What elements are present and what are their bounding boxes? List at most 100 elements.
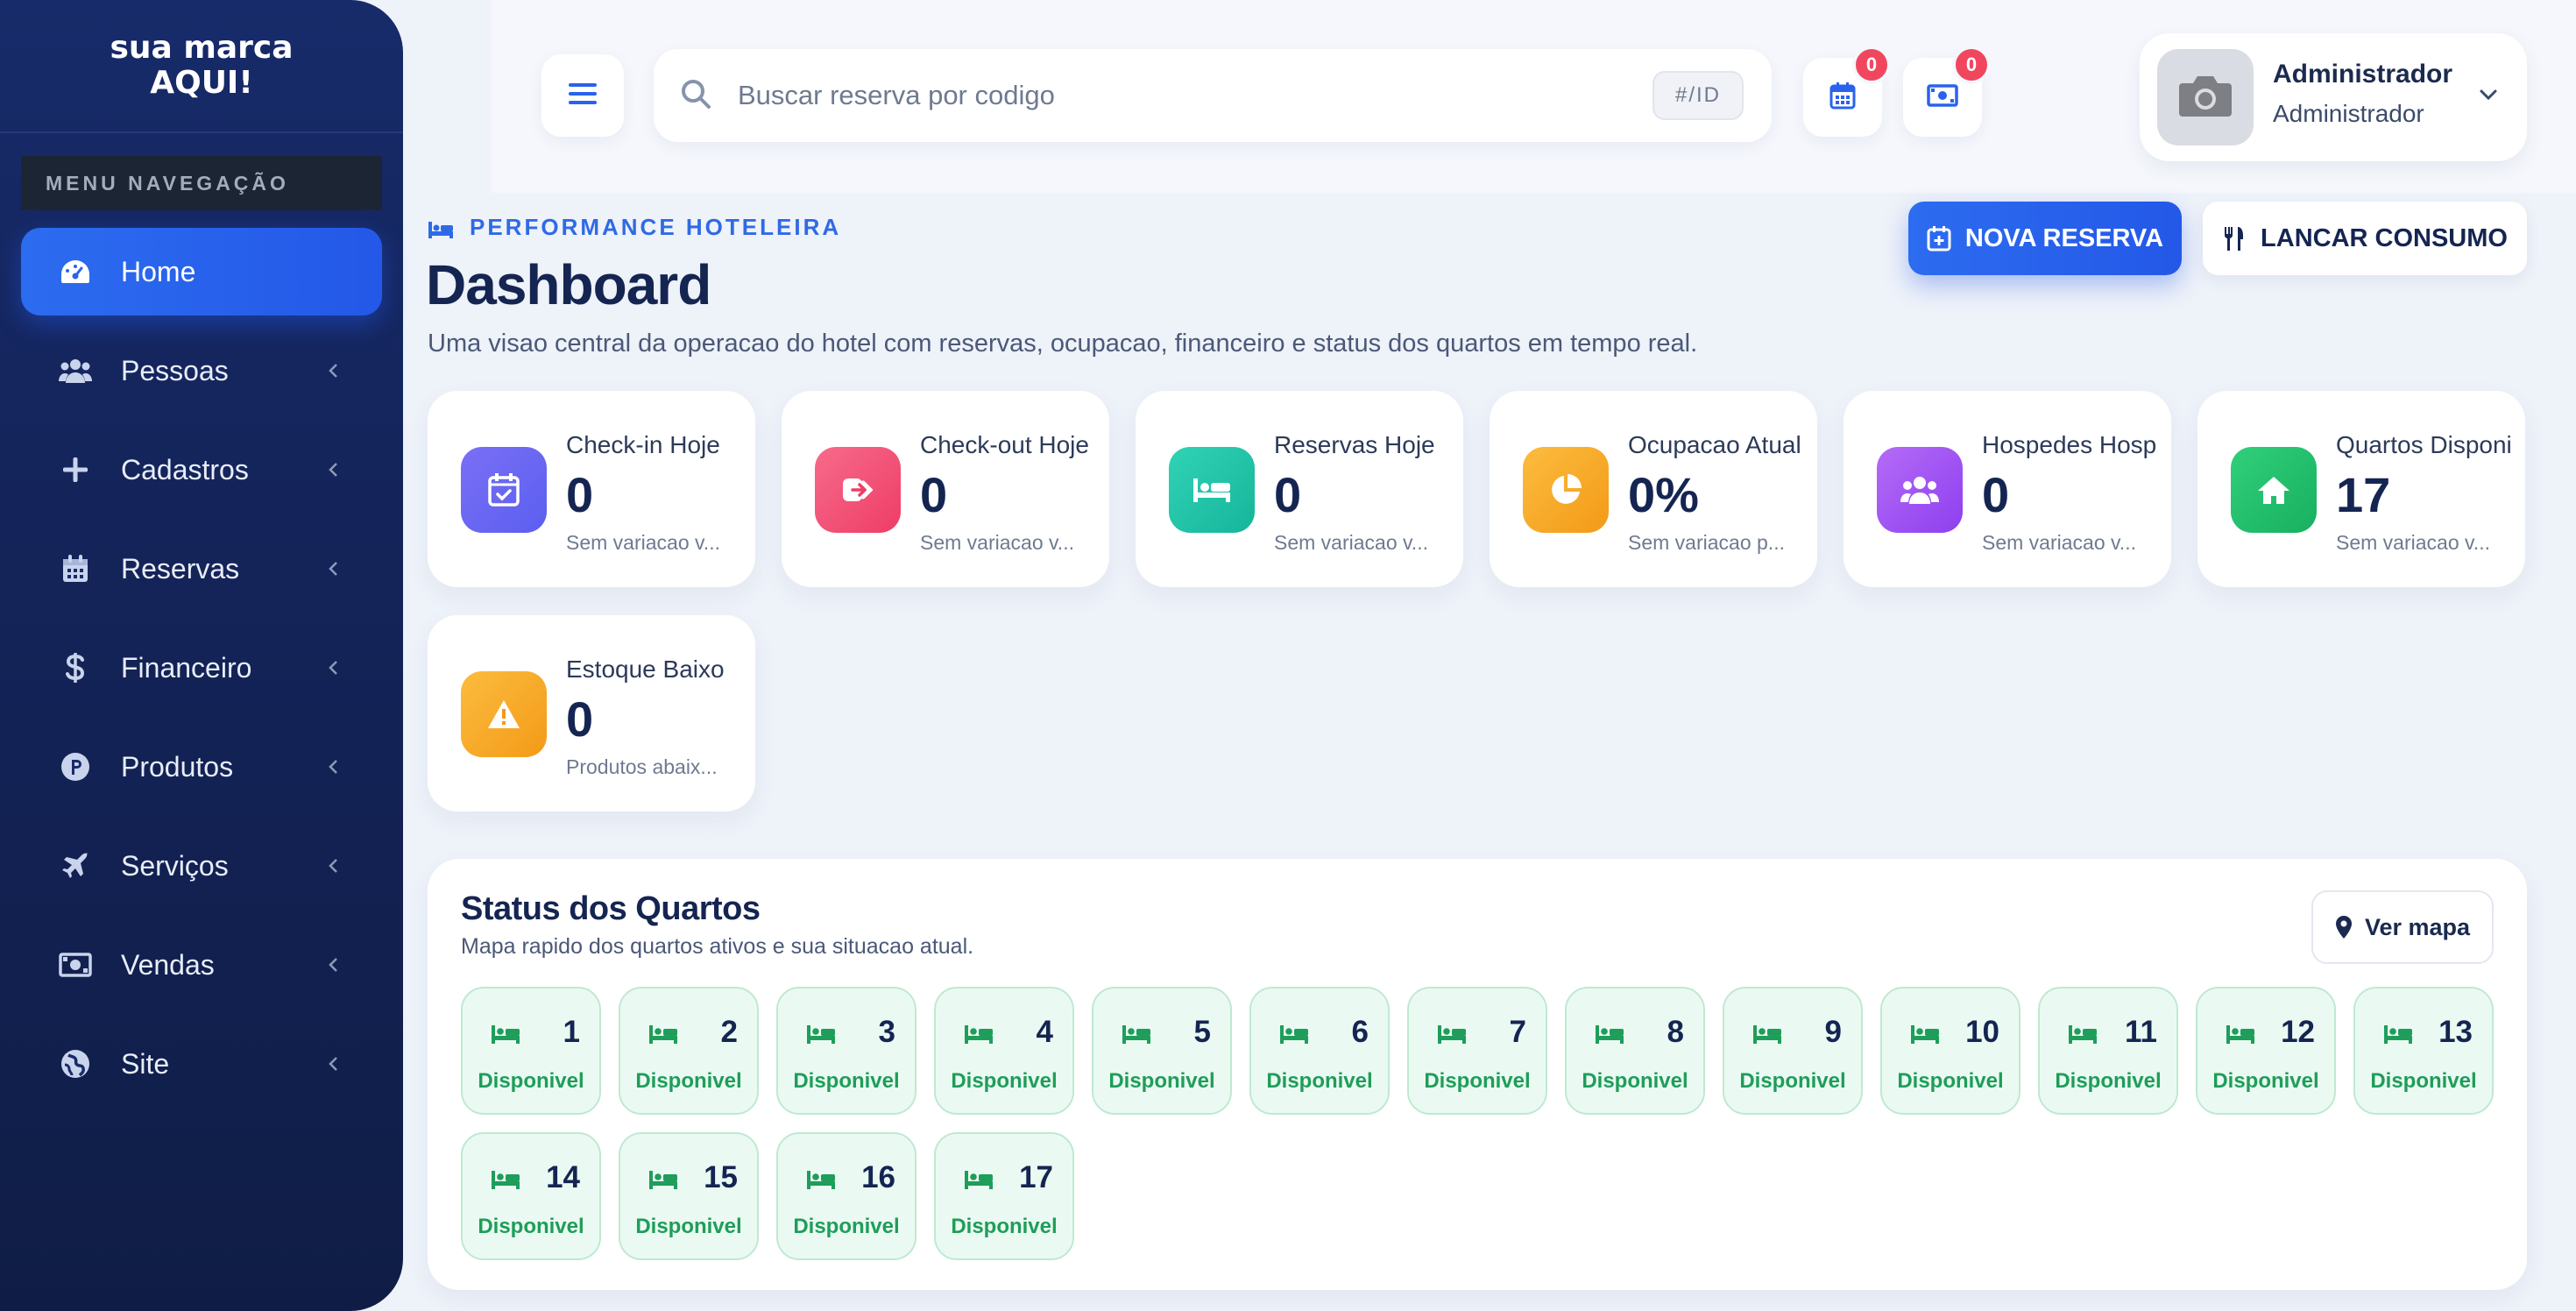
room-number: 2 xyxy=(720,1015,738,1049)
warning-icon xyxy=(461,671,547,757)
stat-note: Sem variacao v... xyxy=(566,531,720,554)
chevron-left-icon xyxy=(321,1052,345,1076)
room-tile[interactable]: 7 Disponivel xyxy=(1407,987,1547,1115)
room-status: Disponivel xyxy=(1897,1069,2004,1093)
stat-label: Estoque Baixo xyxy=(566,656,725,683)
stat-value: 0 xyxy=(566,691,594,747)
room-tile[interactable]: 14 Disponivel xyxy=(461,1132,601,1260)
room-number: 9 xyxy=(1824,1015,1842,1049)
sidebar-item-vendas[interactable]: Vendas xyxy=(21,921,382,1009)
menu-toggle-button[interactable] xyxy=(541,54,624,137)
room-tile[interactable]: 17 Disponivel xyxy=(934,1132,1074,1260)
calendar-plus-icon xyxy=(1927,225,1953,252)
room-number: 16 xyxy=(861,1160,895,1194)
bed-icon xyxy=(1169,447,1255,533)
view-map-button[interactable]: Ver mapa xyxy=(2311,890,2494,964)
stat-card-available-rooms[interactable]: Quartos Disponiveis 17 Sem variacao v... xyxy=(2197,391,2525,587)
sidebar-item-servicos[interactable]: Serviços xyxy=(21,822,382,910)
user-menu[interactable]: Administrador Administrador xyxy=(2140,33,2527,161)
bed-icon xyxy=(1122,1024,1153,1046)
room-tile[interactable]: 16 Disponivel xyxy=(776,1132,916,1260)
bed-icon xyxy=(1437,1024,1468,1046)
sign-out-icon xyxy=(815,447,901,533)
room-tile[interactable]: 10 Disponivel xyxy=(1880,987,2020,1115)
new-reservation-button[interactable]: NOVA RESERVA xyxy=(1908,202,2182,275)
money-badge: 0 xyxy=(1952,46,1991,84)
sidebar-item-label: Produtos xyxy=(121,750,234,783)
sidebar-item-reservas[interactable]: Reservas xyxy=(21,525,382,613)
chevron-left-icon xyxy=(321,854,345,878)
camera-icon xyxy=(2177,73,2233,123)
stat-note: Sem variacao p... xyxy=(1628,531,1785,554)
bed-icon xyxy=(2383,1024,2415,1046)
chevron-left-icon xyxy=(321,755,345,779)
stat-note: Produtos abaix... xyxy=(566,755,718,778)
room-status: Disponivel xyxy=(2212,1069,2319,1093)
sidebar-item-site[interactable]: Site xyxy=(21,1020,382,1108)
room-number: 12 xyxy=(2281,1015,2315,1049)
stat-card-guests[interactable]: Hospedes Hospedados 0 Sem variacao v... xyxy=(1844,391,2171,587)
sidebar-item-home[interactable]: Home xyxy=(21,228,382,315)
room-tile[interactable]: 15 Disponivel xyxy=(619,1132,759,1260)
room-tile[interactable]: 12 Disponivel xyxy=(2196,987,2336,1115)
room-status: Disponivel xyxy=(2370,1069,2477,1093)
home-icon xyxy=(2231,447,2317,533)
dollar-icon xyxy=(58,650,93,685)
page-title: Dashboard xyxy=(426,253,711,316)
room-status: Disponivel xyxy=(478,1215,584,1238)
room-tile[interactable]: 9 Disponivel xyxy=(1723,987,1863,1115)
bed-icon xyxy=(428,218,454,238)
sidebar-item-label: Financeiro xyxy=(121,651,252,684)
room-tile[interactable]: 8 Disponivel xyxy=(1565,987,1705,1115)
sidebar-item-cadastros[interactable]: Cadastros xyxy=(21,426,382,514)
stat-value: 17 xyxy=(2336,467,2391,522)
chevron-left-icon xyxy=(321,953,345,977)
sidebar-item-produtos[interactable]: Produtos xyxy=(21,723,382,811)
stat-label: Ocupacao Atual xyxy=(1628,431,1801,458)
room-status: Disponivel xyxy=(1424,1069,1531,1093)
room-tile[interactable]: 5 Disponivel xyxy=(1092,987,1232,1115)
stat-value: 0 xyxy=(1982,467,2010,522)
stat-card-checkout[interactable]: Check-out Hoje 0 Sem variacao v... xyxy=(782,391,1109,587)
stat-card-low-stock[interactable]: Estoque Baixo 0 Produtos abaix... xyxy=(428,615,755,811)
room-tile[interactable]: 2 Disponivel xyxy=(619,987,759,1115)
room-number: 17 xyxy=(1019,1160,1053,1194)
stat-value: 0 xyxy=(1274,467,1302,522)
sidebar-item-financeiro[interactable]: Financeiro xyxy=(21,624,382,712)
calendar-badge: 0 xyxy=(1852,46,1891,84)
sidebar-item-pessoas[interactable]: Pessoas xyxy=(21,327,382,415)
calendar-check-icon xyxy=(461,447,547,533)
user-role: Administrador xyxy=(2273,100,2424,127)
room-number: 3 xyxy=(878,1015,895,1049)
stat-note: Sem variacao v... xyxy=(2336,531,2490,554)
room-tile[interactable]: 6 Disponivel xyxy=(1249,987,1390,1115)
room-number: 10 xyxy=(1965,1015,1999,1049)
chevron-left-icon xyxy=(321,556,345,581)
room-tile[interactable]: 1 Disponivel xyxy=(461,987,601,1115)
rooms-status-panel: Status dos Quartos Mapa rapido dos quart… xyxy=(428,859,2527,1290)
dashboard-icon xyxy=(58,254,93,289)
room-tile[interactable]: 4 Disponivel xyxy=(934,987,1074,1115)
stat-label: Quartos Disponiveis xyxy=(2336,431,2511,458)
stat-note: Sem variacao v... xyxy=(1274,531,1428,554)
room-status: Disponivel xyxy=(635,1069,742,1093)
room-tile[interactable]: 3 Disponivel xyxy=(776,987,916,1115)
calendar-notifications-button[interactable]: 0 xyxy=(1803,46,1891,137)
stat-card-occupancy[interactable]: Ocupacao Atual 0% Sem variacao p... xyxy=(1490,391,1817,587)
stat-card-reservations[interactable]: Reservas Hoje 0 Sem variacao v... xyxy=(1136,391,1463,587)
launch-consumption-button[interactable]: LANCAR CONSUMO xyxy=(2203,202,2527,275)
stat-card-checkin[interactable]: Check-in Hoje 0 Sem variacao v... xyxy=(428,391,755,587)
stat-value: 0 xyxy=(566,467,594,522)
chevron-left-icon xyxy=(321,656,345,680)
search-input[interactable] xyxy=(738,75,1614,116)
room-status: Disponivel xyxy=(951,1215,1058,1238)
brand-logo[interactable]: sua marca AQUI! xyxy=(0,0,403,133)
stat-label: Check-in Hoje xyxy=(566,431,720,458)
room-tile[interactable]: 11 Disponivel xyxy=(2038,987,2178,1115)
brand-line-2: AQUI! xyxy=(150,65,253,101)
bed-icon xyxy=(964,1024,995,1046)
room-status: Disponivel xyxy=(793,1069,900,1093)
room-tile[interactable]: 13 Disponivel xyxy=(2353,987,2494,1115)
money-notifications-button[interactable]: 0 xyxy=(1903,46,1991,137)
bed-icon xyxy=(1279,1024,1311,1046)
